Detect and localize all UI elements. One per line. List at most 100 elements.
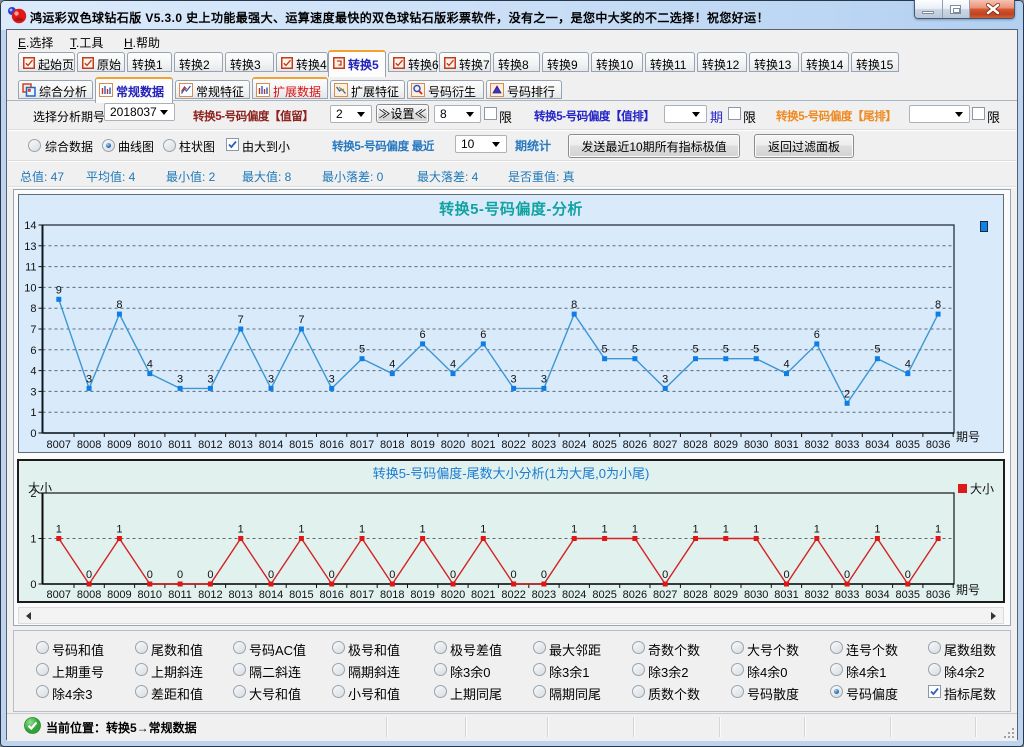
svg-text:3: 3 [30, 386, 36, 398]
svg-text:1: 1 [814, 524, 820, 536]
svg-text:3: 3 [268, 373, 274, 385]
svg-text:8013: 8013 [228, 439, 252, 451]
svg-text:8007: 8007 [47, 589, 71, 601]
svg-text:5: 5 [359, 344, 365, 356]
svg-text:6: 6 [420, 329, 426, 341]
svg-text:4: 4 [30, 366, 36, 378]
svg-text:8031: 8031 [774, 589, 798, 601]
svg-text:0: 0 [450, 569, 456, 581]
svg-text:8009: 8009 [107, 439, 131, 451]
svg-text:1: 1 [30, 407, 36, 419]
svg-text:0: 0 [177, 569, 183, 581]
svg-text:8019: 8019 [410, 589, 434, 601]
svg-text:8025: 8025 [592, 439, 616, 451]
svg-text:3: 3 [541, 373, 547, 385]
svg-text:11: 11 [25, 262, 36, 274]
svg-text:8012: 8012 [198, 589, 222, 601]
svg-text:1: 1 [874, 524, 880, 536]
svg-text:0: 0 [30, 579, 36, 591]
svg-text:8018: 8018 [380, 439, 404, 451]
svg-text:8011: 8011 [168, 439, 192, 451]
svg-text:8016: 8016 [319, 439, 343, 451]
svg-text:8: 8 [30, 303, 36, 315]
svg-text:8020: 8020 [441, 589, 465, 601]
svg-text:6: 6 [480, 329, 486, 341]
svg-text:1: 1 [238, 524, 244, 536]
svg-text:8032: 8032 [805, 439, 829, 451]
svg-text:0: 0 [783, 569, 789, 581]
svg-text:8010: 8010 [138, 439, 162, 451]
svg-text:6: 6 [30, 345, 36, 357]
svg-text:1: 1 [571, 524, 577, 536]
svg-text:8016: 8016 [319, 589, 343, 601]
svg-text:1: 1 [420, 524, 426, 536]
svg-text:3: 3 [511, 373, 517, 385]
svg-text:8036: 8036 [926, 439, 950, 451]
svg-text:8013: 8013 [228, 589, 252, 601]
svg-text:8035: 8035 [896, 439, 920, 451]
svg-text:8035: 8035 [896, 589, 920, 601]
svg-text:期号: 期号 [956, 583, 980, 597]
svg-text:转换5-号码偏度-分析: 转换5-号码偏度-分析 [439, 200, 583, 218]
svg-text:6: 6 [814, 329, 820, 341]
svg-text:4: 4 [147, 359, 153, 371]
svg-text:1: 1 [632, 524, 638, 536]
svg-text:8034: 8034 [865, 589, 889, 601]
svg-text:8019: 8019 [410, 439, 434, 451]
svg-text:0: 0 [268, 569, 274, 581]
svg-text:8023: 8023 [532, 439, 556, 451]
svg-text:1: 1 [116, 524, 122, 536]
svg-text:9: 9 [56, 284, 62, 296]
svg-text:8015: 8015 [289, 439, 313, 451]
svg-text:1: 1 [480, 524, 486, 536]
svg-text:0: 0 [662, 569, 668, 581]
svg-text:8030: 8030 [744, 589, 768, 601]
svg-text:1: 1 [723, 524, 729, 536]
svg-text:4: 4 [389, 359, 395, 371]
svg-text:5: 5 [753, 344, 759, 356]
svg-text:8014: 8014 [259, 589, 283, 601]
svg-text:1: 1 [298, 524, 304, 536]
svg-text:8029: 8029 [714, 439, 738, 451]
svg-text:8010: 8010 [138, 589, 162, 601]
svg-text:1: 1 [30, 534, 36, 546]
svg-text:8007: 8007 [47, 439, 71, 451]
svg-text:8009: 8009 [107, 589, 131, 601]
svg-text:8012: 8012 [198, 439, 222, 451]
svg-text:8: 8 [935, 299, 941, 311]
svg-text:1: 1 [602, 524, 608, 536]
svg-text:8011: 8011 [168, 589, 192, 601]
svg-text:大小: 大小 [970, 482, 994, 496]
svg-text:8020: 8020 [441, 439, 465, 451]
svg-text:8033: 8033 [835, 589, 859, 601]
svg-text:0: 0 [389, 569, 395, 581]
svg-text:8015: 8015 [289, 589, 313, 601]
svg-text:转换5-号码偏度-尾数大小分析(1为大尾,0为小尾): 转换5-号码偏度-尾数大小分析(1为大尾,0为小尾) [373, 466, 650, 481]
svg-text:8023: 8023 [532, 589, 556, 601]
svg-text:0: 0 [147, 569, 153, 581]
svg-text:3: 3 [86, 373, 92, 385]
svg-text:5: 5 [602, 344, 608, 356]
svg-text:3: 3 [207, 373, 213, 385]
svg-text:14: 14 [24, 220, 36, 232]
svg-text:8014: 8014 [259, 439, 283, 451]
svg-text:8033: 8033 [835, 439, 859, 451]
svg-text:5: 5 [723, 344, 729, 356]
svg-text:1: 1 [935, 524, 941, 536]
svg-text:8: 8 [571, 299, 577, 311]
svg-text:8025: 8025 [592, 589, 616, 601]
svg-text:8024: 8024 [562, 589, 586, 601]
svg-text:8027: 8027 [653, 439, 677, 451]
svg-text:7: 7 [30, 324, 36, 336]
svg-text:0: 0 [30, 428, 36, 440]
svg-text:2: 2 [844, 388, 850, 400]
svg-text:8027: 8027 [653, 589, 677, 601]
svg-text:8022: 8022 [501, 589, 525, 601]
svg-text:8029: 8029 [714, 589, 738, 601]
svg-text:8017: 8017 [350, 589, 374, 601]
svg-text:8017: 8017 [350, 439, 374, 451]
svg-text:1: 1 [692, 524, 698, 536]
svg-text:0: 0 [207, 569, 213, 581]
svg-text:10: 10 [24, 282, 36, 294]
svg-text:8021: 8021 [471, 439, 495, 451]
